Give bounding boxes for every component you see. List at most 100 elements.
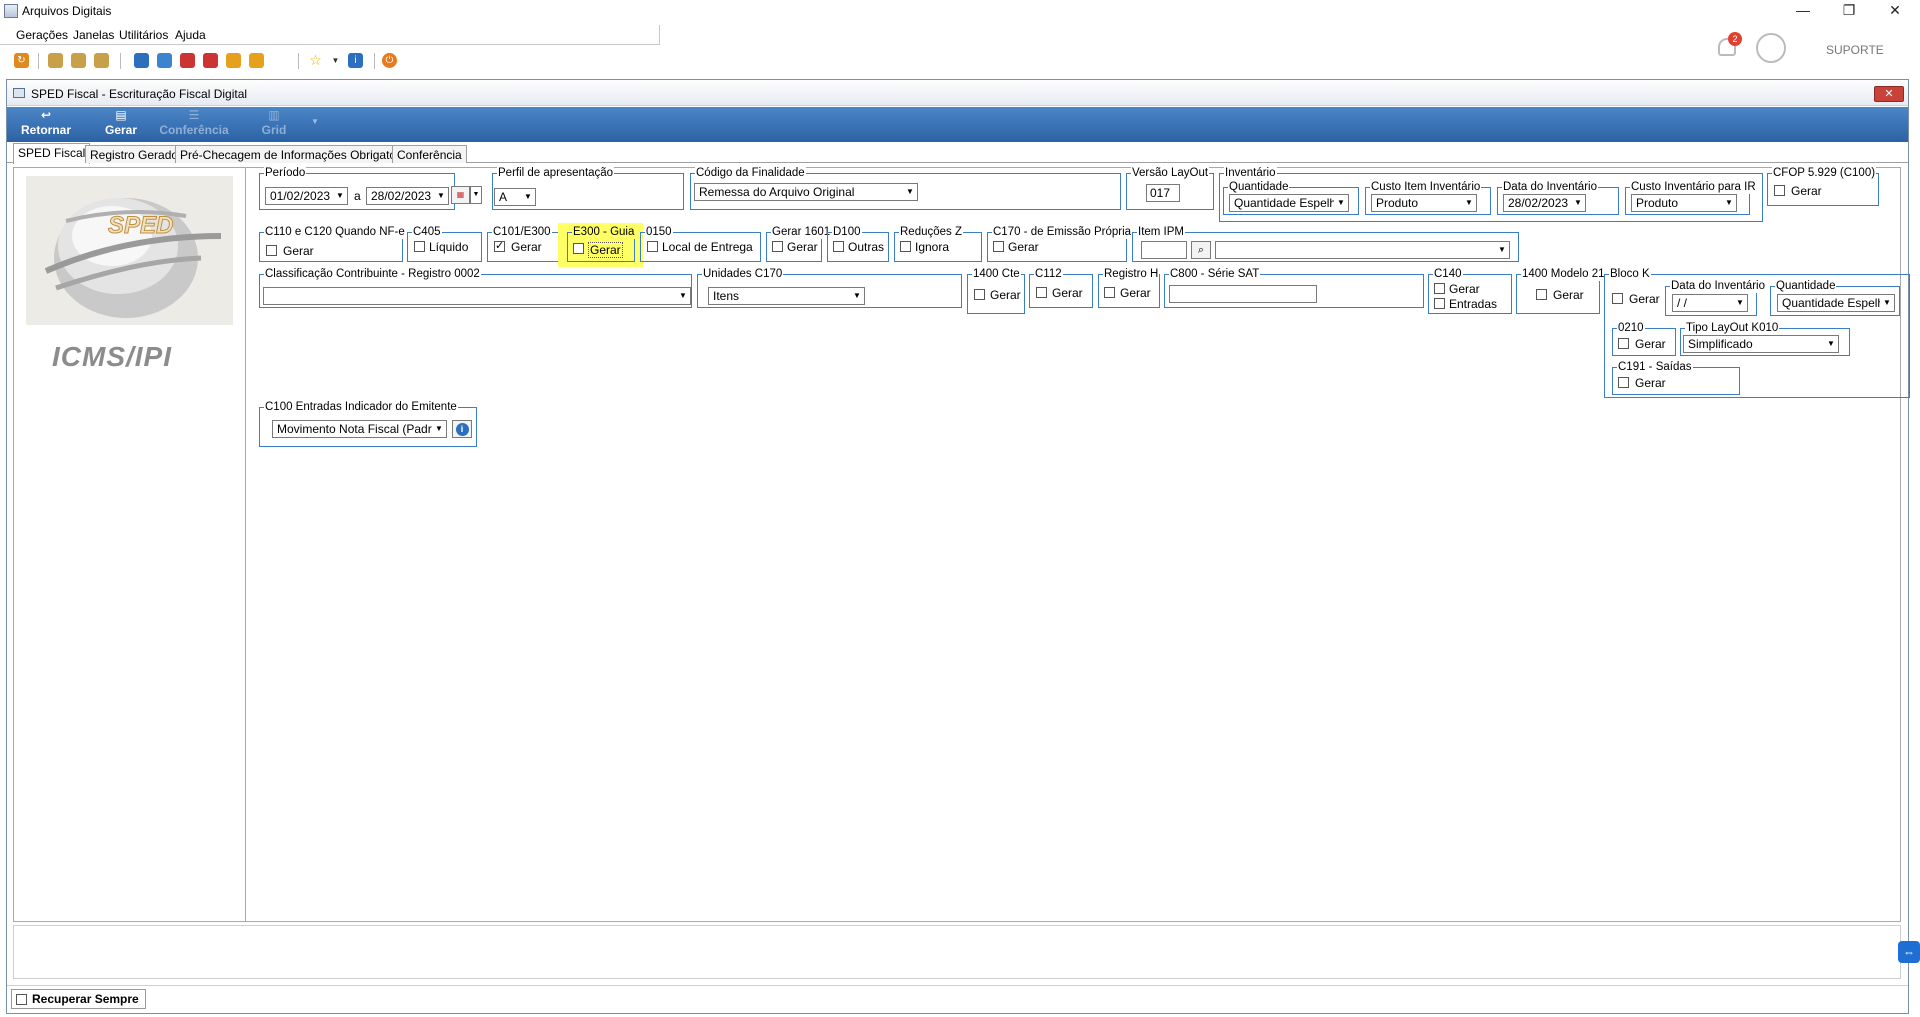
retornar-button[interactable]: ↩ Retornar (19, 109, 73, 137)
cfop-label: CFOP 5.929 (C100) (1772, 166, 1877, 180)
c101-checkbox[interactable] (494, 239, 505, 252)
periodo-to-select[interactable]: 28/02/2023 ▼ (366, 187, 449, 205)
favorites-star-icon[interactable]: ☆ (308, 53, 323, 68)
menu-janelas[interactable]: Janelas (73, 28, 114, 42)
tab-conferencia[interactable]: Conferência (392, 145, 467, 163)
cfop-checkbox[interactable] (1774, 185, 1785, 196)
r0210-checkbox[interactable] (1618, 338, 1629, 349)
print-icon[interactable] (48, 53, 63, 68)
custo-item-select[interactable]: Produto ▼ (1371, 194, 1477, 212)
minimize-button[interactable]: — (1780, 0, 1826, 22)
search-icon[interactable]: ⌕ (1191, 241, 1211, 259)
c110-checkbox[interactable] (266, 245, 277, 256)
item-ipm-code-input[interactable] (1141, 241, 1187, 259)
calendar-alt-icon[interactable] (203, 53, 218, 68)
menu-utilitarios[interactable]: Utilitários (119, 28, 168, 42)
c405-group: C405 Líquido (407, 225, 482, 262)
unidades-label: Unidades C170 (702, 267, 784, 281)
bloco-k-label: Bloco K (1609, 267, 1651, 281)
user-avatar-icon[interactable] (1756, 33, 1786, 63)
chevron-down-icon[interactable]: ▼ (470, 186, 482, 204)
inventario-quantidade-label: Quantidade (1228, 180, 1290, 194)
info-icon[interactable]: i (348, 53, 363, 68)
tab-sped-fiscal[interactable]: SPED Fiscal (13, 143, 91, 164)
r0150-checkbox[interactable] (647, 241, 658, 252)
grid-label: Grid (261, 123, 287, 137)
status-bar: Recuperar Sempre (7, 985, 1908, 1011)
finalidade-select[interactable]: Remessa do Arquivo Original ▼ (694, 183, 918, 201)
recuperar-sempre-toggle[interactable]: Recuperar Sempre (11, 989, 146, 1009)
gerar1601-checkbox[interactable] (772, 241, 783, 252)
c112-checkbox[interactable] (1036, 287, 1047, 298)
restore-button[interactable]: ❐ (1826, 0, 1872, 22)
c140-entradas-label: Entradas (1449, 297, 1498, 311)
app-icon (4, 4, 18, 18)
tab-registro-gerado[interactable]: Registro Gerado (85, 145, 184, 163)
classificacao-select[interactable]: ▼ (263, 287, 691, 305)
data-inventario-select[interactable]: 28/02/2023 ▼ (1503, 194, 1586, 212)
r1400cte-checkbox[interactable] (974, 289, 985, 300)
print-preview-icon[interactable] (71, 53, 86, 68)
window-close-button[interactable]: ✕ (1874, 86, 1904, 102)
calendar-picker-icon[interactable]: ▦ (451, 186, 470, 204)
calculator-icon[interactable] (157, 53, 172, 68)
unidades-select[interactable]: Itens ▼ (708, 287, 865, 305)
r0210-check-label: Gerar (1635, 337, 1666, 351)
bloco-k-data-select[interactable]: / / ▼ (1672, 294, 1748, 312)
ribbon-dropdown-icon[interactable]: ▼ (311, 117, 319, 126)
c191-check-label: Gerar (1635, 376, 1666, 390)
settings-icon[interactable] (249, 53, 264, 68)
c170e-checkbox[interactable] (993, 241, 1004, 252)
menu-geracoes[interactable]: Gerações (16, 28, 68, 42)
lock-icon[interactable] (226, 53, 241, 68)
notification-bell-icon[interactable]: 2 (1716, 32, 1742, 62)
c405-checkbox[interactable] (414, 241, 425, 252)
chevron-down-icon: ▼ (850, 288, 864, 304)
versao-input[interactable]: 017 (1146, 184, 1180, 202)
item-ipm-select[interactable]: ▼ (1215, 241, 1510, 259)
r1400m21-checkbox[interactable] (1536, 289, 1547, 300)
refresh-icon[interactable]: ↻ (14, 53, 29, 68)
c140-entradas-checkbox[interactable] (1434, 298, 1445, 309)
periodo-from-select[interactable]: 01/02/2023 ▼ (265, 187, 348, 205)
cfop-check-label: Gerar (1791, 184, 1822, 198)
inventario-quantidade-select[interactable]: Quantidade Espelho ▼ (1229, 194, 1349, 212)
window-icon[interactable] (134, 53, 149, 68)
registro-h-checkbox[interactable] (1104, 287, 1115, 298)
menu-ajuda[interactable]: Ajuda (175, 28, 206, 42)
conferencia-label: Conferência (159, 123, 229, 137)
info-icon[interactable]: i (452, 420, 472, 438)
chevron-down-icon: ▼ (1722, 195, 1736, 211)
c140-gerar-checkbox[interactable] (1434, 283, 1445, 294)
e300-label: E300 - Guia (572, 225, 636, 239)
bloco-k-checkbox[interactable] (1612, 293, 1623, 304)
c405-check-label: Líquido (429, 240, 469, 254)
chevron-down-icon: ▼ (333, 188, 347, 204)
grid-button[interactable]: ▥ Grid (257, 109, 291, 137)
tab-pre-checagem[interactable]: Pré-Checagem de Informações Obrigatórias (175, 145, 421, 163)
conferencia-button[interactable]: ☰ Conferência (159, 109, 229, 137)
custo-ir-select[interactable]: Produto ▼ (1631, 194, 1737, 212)
notification-count: 2 (1728, 32, 1742, 46)
support-link[interactable]: SUPORTE (1826, 43, 1884, 57)
perfil-select[interactable]: A ▼ (494, 188, 536, 206)
gerar-button[interactable]: ▤ Gerar (101, 109, 141, 137)
c800-input[interactable] (1169, 285, 1317, 303)
teamviewer-icon[interactable]: ⇔ (1898, 941, 1920, 963)
c191-group: C191 - Saídas Gerar (1612, 360, 1740, 395)
calendar-icon[interactable] (180, 53, 195, 68)
c112-check-label: Gerar (1052, 286, 1083, 300)
recuperar-checkbox[interactable] (16, 994, 27, 1005)
window-title-bar: SPED Fiscal - Escrituração Fiscal Digita… (7, 80, 1908, 106)
c191-checkbox[interactable] (1618, 377, 1629, 388)
bloco-k-quantidade-select[interactable]: Quantidade Espelho ▼ (1777, 294, 1895, 312)
reducoes-checkbox[interactable] (900, 241, 911, 252)
power-icon[interactable]: ⏻ (382, 53, 397, 68)
print-setup-icon[interactable] (94, 53, 109, 68)
e300-checkbox[interactable] (573, 243, 584, 254)
close-button[interactable]: ✕ (1872, 0, 1918, 22)
k010-select[interactable]: Simplificado ▼ (1683, 335, 1839, 353)
c100-entradas-select[interactable]: Movimento Nota Fiscal (Padrão) ▼ (272, 420, 447, 438)
d100-checkbox[interactable] (833, 241, 844, 252)
chevron-down-icon[interactable]: ▼ (328, 53, 343, 68)
